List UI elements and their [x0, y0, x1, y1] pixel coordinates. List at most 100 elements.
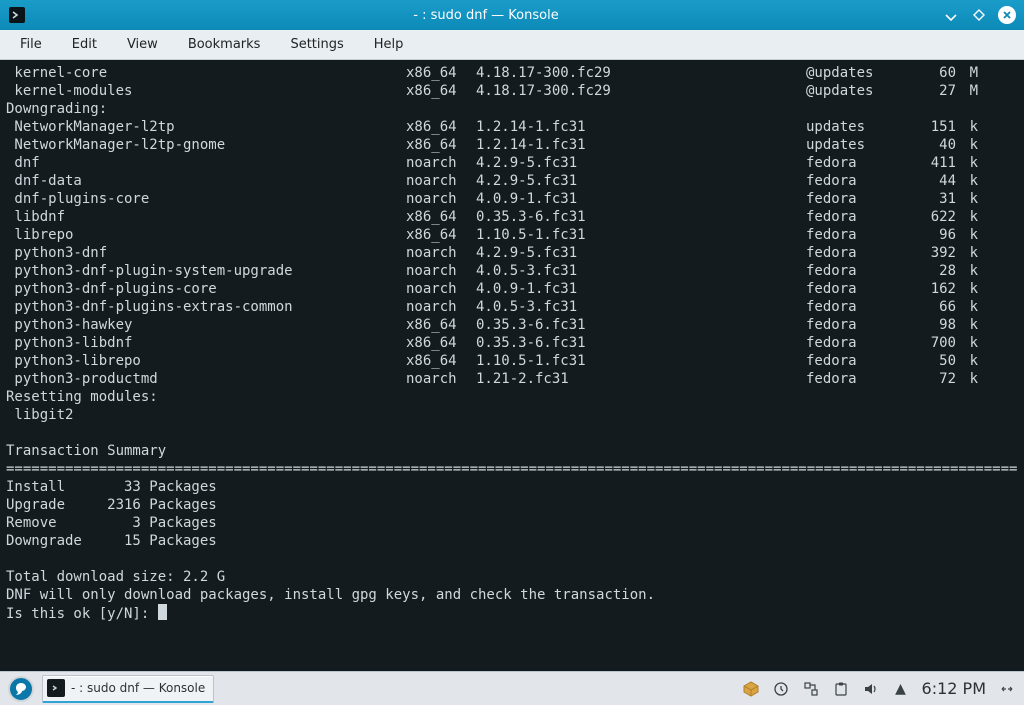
menubar: File Edit View Bookmarks Settings Help	[0, 30, 1024, 60]
pkg-version: 1.2.14-1.fc31	[476, 136, 806, 154]
pkg-version: 0.35.3-6.fc31	[476, 316, 806, 334]
taskbar: - : sudo dnf — Konsole ▲ 6:12 PM	[0, 671, 1024, 705]
pkg-repo: fedora	[806, 190, 911, 208]
pkg-unit: k	[956, 190, 978, 208]
pkg-arch: noarch	[406, 298, 476, 316]
clock[interactable]: 6:12 PM	[922, 679, 986, 698]
pkg-size: 60	[911, 64, 956, 82]
pkg-version: 1.21-2.fc31	[476, 370, 806, 388]
tray-clipboard-icon[interactable]	[832, 680, 850, 698]
pkg-version: 4.0.9-1.fc31	[476, 280, 806, 298]
pkg-repo: fedora	[806, 208, 911, 226]
pkg-size: 40	[911, 136, 956, 154]
pkg-version: 1.10.5-1.fc31	[476, 352, 806, 370]
pkg-repo: updates	[806, 118, 911, 136]
pkg-unit: M	[956, 64, 978, 82]
maximize-button[interactable]	[970, 6, 988, 24]
pkg-repo: fedora	[806, 244, 911, 262]
taskbar-app-label: - : sudo dnf — Konsole	[71, 681, 205, 695]
tray-volume-icon[interactable]	[862, 680, 880, 698]
taskbar-app-button[interactable]: - : sudo dnf — Konsole	[42, 675, 214, 703]
menu-file[interactable]: File	[6, 33, 56, 56]
pkg-name: kernel-core	[6, 64, 406, 82]
menu-bookmarks[interactable]: Bookmarks	[174, 33, 275, 56]
pkg-arch: noarch	[406, 154, 476, 172]
pkg-unit: k	[956, 118, 978, 136]
pkg-unit: k	[956, 226, 978, 244]
pkg-arch: noarch	[406, 190, 476, 208]
pkg-repo: fedora	[806, 334, 911, 352]
pkg-arch: noarch	[406, 172, 476, 190]
terminal-prompt[interactable]: Is this ok [y/N]:	[6, 604, 1018, 623]
pkg-arch: x86_64	[406, 82, 476, 100]
pkg-version: 4.0.5-3.fc31	[476, 262, 806, 280]
menu-view[interactable]: View	[113, 33, 172, 56]
tray-update-icon[interactable]	[772, 680, 790, 698]
pkg-size: 96	[911, 226, 956, 244]
menu-help[interactable]: Help	[360, 33, 418, 56]
pkg-repo: fedora	[806, 154, 911, 172]
pkg-size: 72	[911, 370, 956, 388]
tray-package-icon[interactable]	[742, 680, 760, 698]
pkg-name: librepo	[6, 226, 406, 244]
pkg-arch: x86_64	[406, 226, 476, 244]
pkg-version: 4.2.9-5.fc31	[476, 154, 806, 172]
menu-edit[interactable]: Edit	[58, 33, 111, 56]
pkg-version: 4.18.17-300.fc29	[476, 82, 806, 100]
titlebar: - : sudo dnf — Konsole	[0, 0, 1024, 30]
terminal-text: DNF will only download packages, install…	[6, 586, 1018, 604]
pkg-version: 0.35.3-6.fc31	[476, 208, 806, 226]
pkg-repo: fedora	[806, 316, 911, 334]
tray-show-desktop-icon[interactable]	[998, 680, 1016, 698]
pkg-repo: fedora	[806, 298, 911, 316]
summary-row: Install 33 Packages	[6, 478, 1018, 496]
window-controls	[942, 6, 1016, 24]
pkg-size: 44	[911, 172, 956, 190]
pkg-repo: fedora	[806, 172, 911, 190]
start-button[interactable]	[8, 676, 34, 702]
pkg-version: 4.18.17-300.fc29	[476, 64, 806, 82]
pkg-repo: fedora	[806, 352, 911, 370]
pkg-repo: updates	[806, 136, 911, 154]
tray-network-icon[interactable]	[802, 680, 820, 698]
pkg-arch: x86_64	[406, 136, 476, 154]
pkg-unit: k	[956, 172, 978, 190]
pkg-unit: k	[956, 370, 978, 388]
pkg-version: 0.35.3-6.fc31	[476, 334, 806, 352]
titlebar-app-icon	[4, 0, 30, 30]
pkg-arch: x86_64	[406, 316, 476, 334]
terminal-output[interactable]: kernel-corex86_644.18.17-300.fc29@update…	[0, 60, 1024, 671]
summary-row: Downgrade 15 Packages	[6, 532, 1018, 550]
pkg-name: python3-hawkey	[6, 316, 406, 334]
pkg-size: 50	[911, 352, 956, 370]
pkg-version: 4.2.9-5.fc31	[476, 244, 806, 262]
pkg-name: NetworkManager-l2tp-gnome	[6, 136, 406, 154]
pkg-name: dnf	[6, 154, 406, 172]
pkg-arch: noarch	[406, 244, 476, 262]
pkg-unit: k	[956, 298, 978, 316]
pkg-unit: k	[956, 334, 978, 352]
terminal-text: Resetting modules:	[6, 388, 1018, 406]
pkg-repo: fedora	[806, 262, 911, 280]
pkg-size: 411	[911, 154, 956, 172]
tray-expand-icon[interactable]: ▲	[892, 680, 910, 698]
terminal-text: Transaction Summary	[6, 442, 1018, 460]
system-tray: ▲ 6:12 PM	[742, 679, 1016, 698]
menu-settings[interactable]: Settings	[276, 33, 357, 56]
pkg-unit: k	[956, 262, 978, 280]
pkg-version: 4.0.9-1.fc31	[476, 190, 806, 208]
close-button[interactable]	[998, 6, 1016, 24]
pkg-size: 66	[911, 298, 956, 316]
pkg-repo: @updates	[806, 82, 911, 100]
window-title: - : sudo dnf — Konsole	[30, 8, 942, 23]
pkg-arch: noarch	[406, 262, 476, 280]
pkg-name: python3-dnf-plugin-system-upgrade	[6, 262, 406, 280]
pkg-name: libdnf	[6, 208, 406, 226]
pkg-name: python3-dnf-plugins-core	[6, 280, 406, 298]
pkg-unit: k	[956, 154, 978, 172]
minimize-button[interactable]	[942, 6, 960, 24]
terminal-text: libgit2	[6, 406, 1018, 424]
pkg-name: python3-dnf	[6, 244, 406, 262]
pkg-size: 28	[911, 262, 956, 280]
taskbar-app-icon	[47, 679, 65, 697]
